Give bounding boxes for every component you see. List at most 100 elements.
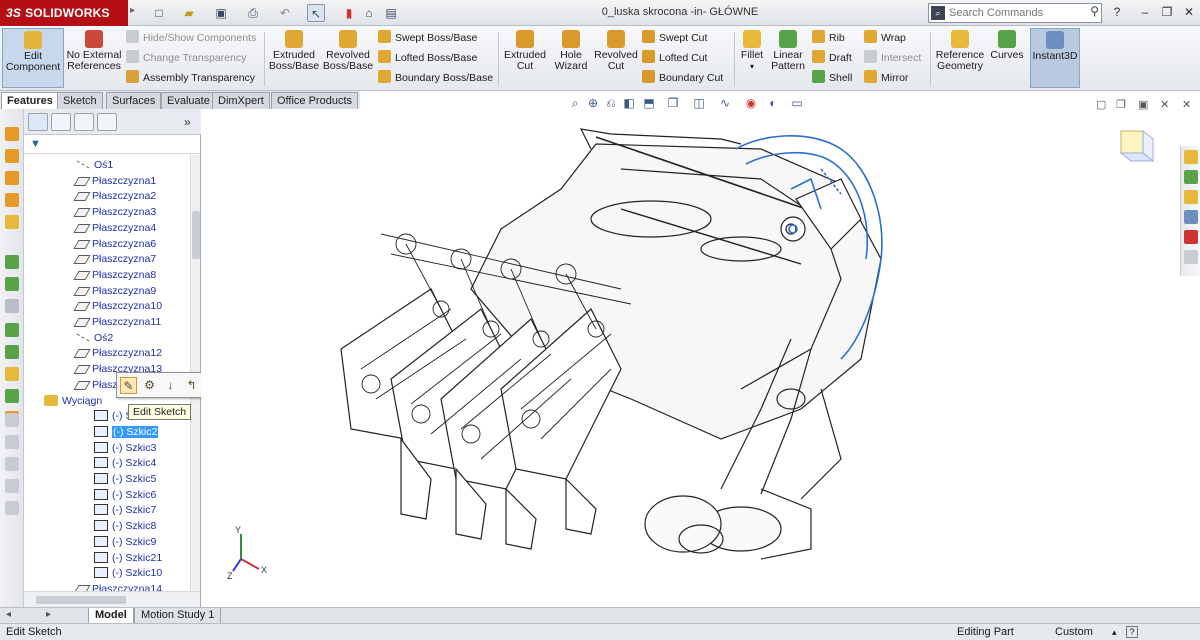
select-arrow-icon[interactable]: ↖ <box>307 4 325 22</box>
hand-assembly-model[interactable]: Y X Z <box>201 109 1200 607</box>
tab-scroll-left-icon[interactable]: ◂ <box>6 609 11 620</box>
tree-item-plane[interactable]: Płaszczyzna11 <box>73 315 161 330</box>
boundary-boss-button[interactable]: Boundary Boss/Base <box>378 69 493 87</box>
disabled-tool-icon[interactable] <box>5 501 19 515</box>
sweep-tool-icon[interactable] <box>5 171 19 185</box>
dynamic-annotation-icon[interactable]: ⬒ <box>642 96 656 110</box>
scene-icon[interactable]: ◐ <box>766 96 780 110</box>
lofted-boss-button[interactable]: Lofted Boss/Base <box>378 49 477 67</box>
tree-item-sketch[interactable]: (-) Szkic3 <box>94 441 156 456</box>
viewport-tile-icon[interactable]: ▢ <box>1096 98 1106 111</box>
fillet-dropdown-icon[interactable]: ▾ <box>738 61 766 72</box>
expand-chevron-icon[interactable]: » <box>184 115 191 129</box>
wrap-tool-icon[interactable] <box>5 367 19 381</box>
tree-item-plane[interactable]: Płaszczyzna9 <box>73 284 156 299</box>
boundary-cut-button[interactable]: Boundary Cut <box>642 69 723 87</box>
help-button[interactable]: ? <box>1108 4 1126 20</box>
wrap-button[interactable]: Wrap <box>864 29 906 47</box>
extrude-tool-icon[interactable] <box>5 127 19 141</box>
tree-horizontal-scrollbar[interactable] <box>24 591 200 607</box>
tree-item-sketch[interactable]: (-) Szkic5 <box>94 472 156 487</box>
tree-item-plane[interactable]: Płaszczyzna10 <box>73 299 162 314</box>
tree-item-sketch[interactable]: (-) Szkic10 <box>94 566 162 581</box>
mirror-button[interactable]: Mirror <box>864 69 908 87</box>
lofted-cut-button[interactable]: Lofted Cut <box>642 49 707 67</box>
new-document-icon[interactable]: □ <box>150 4 168 22</box>
viewport-maximize-icon[interactable]: ▣ <box>1138 98 1148 111</box>
revolve-tool-icon[interactable] <box>5 149 19 163</box>
rib-button[interactable]: Rib <box>812 29 845 47</box>
units-selector[interactable]: Custom <box>1055 624 1093 640</box>
restore-button[interactable]: ❐ <box>1158 4 1176 20</box>
edit-feature-icon[interactable]: ⚙ <box>141 377 158 394</box>
tree-item-axis[interactable]: Oś2 <box>76 331 113 346</box>
tree-item-plane[interactable]: Płaszczyzna4 <box>73 221 156 236</box>
options-icon[interactable]: ▤ <box>382 4 400 22</box>
draft-button[interactable]: Draft <box>812 49 852 67</box>
close-button[interactable]: ✕ <box>1180 4 1198 20</box>
tree-item-sketch[interactable]: (-) Szkic9 <box>94 535 156 550</box>
hide-show-items-icon[interactable]: ∿ <box>718 96 732 110</box>
revolved-cut-button[interactable]: Revolved Cut <box>594 28 638 88</box>
tree-item-sketch[interactable]: (-) Szkic6 <box>94 488 156 503</box>
viewport-close-all-icon[interactable]: ✕ <box>1182 98 1191 111</box>
viewport-restore-icon[interactable]: ❐ <box>1116 98 1126 111</box>
search-commands-box[interactable]: ⌕ ⚲ <box>928 3 1102 23</box>
tab-surfaces[interactable]: Surfaces <box>106 92 162 109</box>
rollback-icon[interactable]: ↓ <box>162 377 179 394</box>
graphics-area[interactable]: Y X Z <box>201 109 1200 607</box>
disabled-tool-icon[interactable] <box>5 457 19 471</box>
tree-item-feature[interactable]: Wyciągn <box>44 394 102 409</box>
shell-tool-icon[interactable] <box>5 345 19 359</box>
shell-button[interactable]: Shell <box>812 69 852 87</box>
fillet-button[interactable]: Fillet ▾ <box>738 28 766 88</box>
print-icon[interactable]: ⎙ <box>244 4 262 22</box>
cut-tool-icon[interactable] <box>5 215 19 229</box>
property-manager-tab-icon[interactable] <box>51 113 71 131</box>
hide-show-components-button[interactable]: Hide/Show Components <box>126 29 256 47</box>
scroll-thumb[interactable] <box>36 596 126 604</box>
surface-tool-icon[interactable] <box>5 323 19 337</box>
tree-item-axis[interactable]: Oś1 <box>76 158 113 173</box>
zoom-to-fit-icon[interactable]: ⌕ <box>568 96 582 110</box>
tree-item-plane[interactable]: Płaszczyzna12 <box>73 346 162 361</box>
configuration-manager-tab-icon[interactable] <box>74 113 94 131</box>
loft-tool-icon[interactable] <box>5 193 19 207</box>
display-manager-tab-icon[interactable] <box>97 113 117 131</box>
filter-icon[interactable]: ▼ <box>30 138 41 150</box>
disabled-tool-icon[interactable] <box>5 479 19 493</box>
disabled-tool-icon[interactable] <box>5 299 19 313</box>
change-transparency-button[interactable]: Change Transparency <box>126 49 246 67</box>
open-folder-icon[interactable]: ▰ <box>180 4 198 22</box>
mirror-tool-icon[interactable] <box>5 277 19 291</box>
solidworks-resources-icon[interactable] <box>1184 150 1198 164</box>
edit-sketch-icon[interactable]: ✎ <box>120 377 137 394</box>
zoom-area-icon[interactable]: ⊕ <box>586 96 600 110</box>
search-mode-icon[interactable]: ⌕ <box>931 6 945 20</box>
parent-child-icon[interactable]: ↰ <box>183 377 200 394</box>
disabled-tool-icon[interactable] <box>5 413 19 427</box>
tree-item-plane[interactable]: Płaszczyzna7 <box>73 252 156 267</box>
extruded-boss-button[interactable]: Extruded Boss/Base <box>268 28 320 88</box>
tree-item-sketch[interactable]: (-) Szkic8 <box>94 519 156 534</box>
intersect-button[interactable]: Intersect <box>864 49 921 67</box>
instant3d-button[interactable]: Instant3D <box>1030 28 1080 88</box>
tab-sketch[interactable]: Sketch <box>57 92 103 109</box>
mold-tool-icon[interactable] <box>5 389 19 403</box>
view-settings-icon[interactable]: ▭ <box>790 96 804 110</box>
revolved-boss-button[interactable]: Revolved Boss/Base <box>322 28 374 88</box>
no-external-references-button[interactable]: No External References <box>66 28 122 88</box>
units-dropdown-icon[interactable]: ▴ <box>1112 624 1117 640</box>
tree-item-sketch[interactable]: (-) Szkic2 <box>94 425 159 440</box>
linear-pattern-button[interactable]: Linear Pattern <box>768 28 808 88</box>
tree-item-plane[interactable]: Płaszczyzna3 <box>73 205 156 220</box>
tree-item-sketch[interactable]: (-) Szkic4 <box>94 456 156 471</box>
tab-model[interactable]: Model <box>88 608 134 624</box>
tree-item-plane[interactable]: Płaszczyzna8 <box>73 268 156 283</box>
tree-item-sketch[interactable]: (-) Szkic21 <box>94 551 162 566</box>
appearance-icon[interactable]: ◉ <box>744 96 758 110</box>
tree-item-plane[interactable]: Płaszczyzna2 <box>73 189 156 204</box>
curves-button[interactable]: Curves <box>988 28 1026 88</box>
hole-wizard-button[interactable]: Hole Wizard <box>550 28 592 88</box>
file-explorer-icon[interactable] <box>1184 190 1198 204</box>
